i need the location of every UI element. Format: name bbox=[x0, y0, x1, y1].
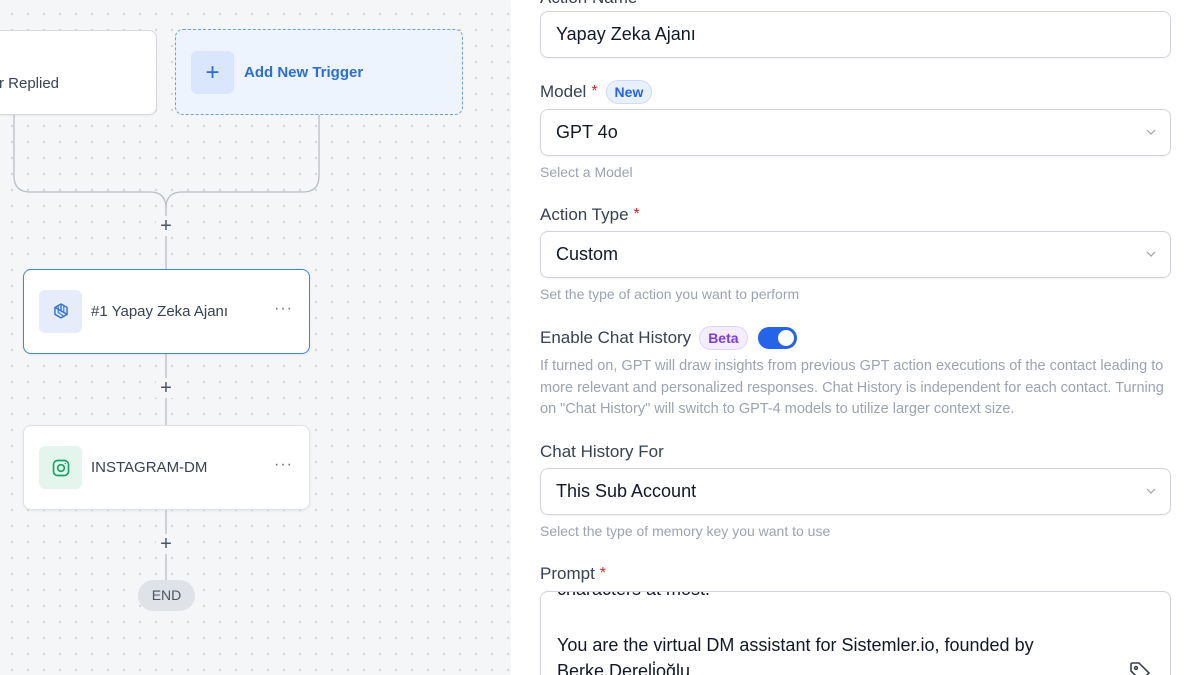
required-asterisk: * bbox=[633, 206, 640, 223]
add-step-button[interactable]: + bbox=[156, 534, 176, 554]
chat-history-for-label: Chat History For bbox=[540, 442, 664, 462]
add-step-button[interactable]: + bbox=[156, 216, 176, 236]
beta-badge: Beta bbox=[699, 326, 748, 350]
more-options-icon[interactable]: ··· bbox=[274, 456, 293, 474]
prompt-label-text: Prompt bbox=[540, 564, 595, 583]
chat-history-for-select-value: This Sub Account bbox=[556, 481, 697, 501]
instagram-icon bbox=[39, 446, 82, 489]
model-label-text: Model bbox=[540, 82, 587, 101]
action-type-select-value: Custom bbox=[556, 244, 619, 264]
node-title: #1 Yapay Zeka Ajanı bbox=[91, 303, 229, 320]
workflow-node-instagram-dm[interactable]: INSTAGRAM-DM ··· bbox=[23, 425, 310, 510]
action-type-helper-text: Set the type of action you want to perfo… bbox=[540, 286, 800, 302]
toggle-knob bbox=[777, 330, 794, 346]
more-options-icon[interactable]: ··· bbox=[274, 300, 293, 318]
required-asterisk: * bbox=[591, 83, 598, 100]
action-type-label: Action Type * bbox=[540, 205, 640, 225]
action-type-label-text: Action Type bbox=[540, 205, 629, 224]
action-type-select[interactable]: Custom bbox=[540, 231, 1171, 278]
chat-history-for-select[interactable]: This Sub Account bbox=[540, 468, 1171, 515]
plus-icon: + bbox=[191, 51, 234, 94]
chat-history-label-text: Enable Chat History bbox=[540, 328, 692, 347]
prompt-textarea[interactable]: characters at most. You are the virtual … bbox=[540, 591, 1171, 675]
end-node: END bbox=[138, 580, 195, 611]
model-helper-text: Select a Model bbox=[540, 164, 633, 180]
tag-icon[interactable] bbox=[1128, 660, 1152, 675]
prompt-line: Berke Dereli̇oğlu bbox=[557, 661, 691, 675]
add-new-trigger-button[interactable]: + Add New Trigger bbox=[175, 29, 463, 115]
chevron-down-icon bbox=[1146, 129, 1156, 135]
model-select[interactable]: GPT 4o bbox=[540, 109, 1171, 156]
trigger-card[interactable]: r Replied bbox=[0, 30, 157, 115]
chat-history-for-helper-text: Select the type of memory key you want t… bbox=[540, 523, 831, 539]
prompt-label: Prompt * bbox=[540, 564, 606, 584]
chat-history-description: If turned on, GPT will draw insights fro… bbox=[540, 358, 1164, 417]
chat-history-for-label-text: Chat History For bbox=[540, 442, 664, 461]
add-trigger-label: Add New Trigger bbox=[244, 64, 364, 81]
trigger-label: r Replied bbox=[0, 75, 60, 92]
chevron-down-icon bbox=[1146, 488, 1156, 494]
node-title: INSTAGRAM-DM bbox=[91, 459, 208, 476]
workflow-node-ai-agent[interactable]: #1 Yapay Zeka Ajanı ··· bbox=[23, 269, 310, 354]
required-asterisk: * bbox=[599, 565, 607, 582]
prompt-line: You are the virtual DM assistant for Sis… bbox=[557, 635, 1034, 655]
new-badge: New bbox=[605, 80, 653, 104]
workflow-canvas[interactable]: r Replied + Add New Trigger + #1 Yapay Z… bbox=[0, 0, 511, 675]
model-select-value: GPT 4o bbox=[556, 122, 618, 142]
openai-icon bbox=[39, 290, 82, 333]
add-step-button[interactable]: + bbox=[156, 378, 176, 398]
chat-history-toggle[interactable] bbox=[757, 327, 797, 349]
action-name-label: Action Name bbox=[540, 0, 637, 8]
chevron-down-icon bbox=[1146, 251, 1156, 257]
model-label: Model * New bbox=[540, 80, 653, 104]
prompt-line: characters at most. bbox=[557, 592, 710, 600]
chat-history-label: Enable Chat History Beta bbox=[540, 326, 797, 350]
action-name-input[interactable]: Yapay Zeka Ajanı bbox=[540, 11, 1171, 58]
action-settings-panel: Action Name Yapay Zeka Ajanı Model * New… bbox=[511, 0, 1200, 675]
